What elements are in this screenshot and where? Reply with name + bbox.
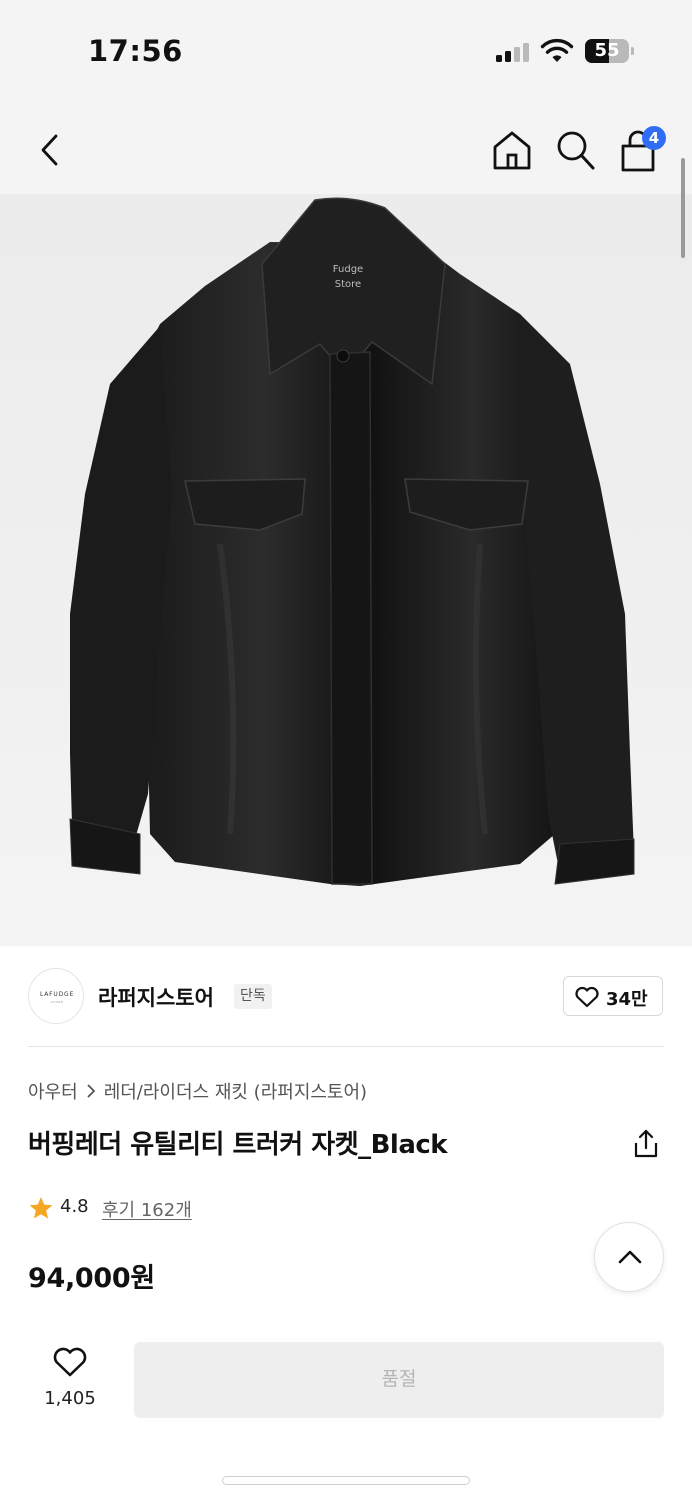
brand-like-count: 34만 xyxy=(606,989,648,1010)
cellular-signal-icon xyxy=(496,42,532,62)
product-title: 버핑레더 유틸리티 트러커 자켓_Black xyxy=(28,1130,448,1160)
heart-icon xyxy=(53,1347,87,1377)
review-count-link[interactable]: 후기 162개 xyxy=(102,1196,192,1222)
wifi-icon xyxy=(540,38,574,62)
brand-like-button[interactable]: 34만 xyxy=(563,976,663,1016)
home-icon[interactable] xyxy=(490,128,534,172)
brand-logo-text: LAFUDGE xyxy=(39,991,75,998)
top-area: 17:56 55 4 xyxy=(0,0,692,194)
share-icon[interactable] xyxy=(630,1128,662,1160)
brand-row: LAFUDGE STORE 라퍼지스토어 단독 34만 xyxy=(28,968,664,1028)
breadcrumb-category[interactable]: 아우터 xyxy=(28,1082,78,1103)
brand-logo[interactable]: LAFUDGE STORE xyxy=(28,968,84,1024)
cart-button[interactable]: 4 xyxy=(618,126,668,174)
search-icon[interactable] xyxy=(555,128,597,172)
status-bar: 17:56 55 xyxy=(0,0,692,100)
garment-label-line1: Fudge xyxy=(333,264,363,275)
cart-count-badge: 4 xyxy=(642,126,666,150)
battery-icon: 55 xyxy=(585,39,635,63)
breadcrumb-subcategory[interactable]: 레더/라이더스 재킷 (라퍼지스토어) xyxy=(104,1082,367,1103)
sold-out-button[interactable]: 품절 xyxy=(134,1342,664,1418)
garment-label-line2: Store xyxy=(335,279,361,290)
breadcrumb: 아우터 레더/라이더스 재킷 (라퍼지스토어) xyxy=(28,1078,367,1104)
app-header: 4 xyxy=(0,100,692,194)
scroll-to-top-button[interactable] xyxy=(594,1222,664,1292)
product-image[interactable]: Fudge Store xyxy=(0,194,692,946)
wishlist-count: 1,405 xyxy=(44,1388,96,1409)
scrollbar-thumb[interactable] xyxy=(681,158,685,258)
chevron-up-icon xyxy=(618,1250,642,1264)
brand-name[interactable]: 라퍼지스토어 xyxy=(98,982,214,1012)
back-icon[interactable] xyxy=(30,130,70,170)
exclusive-badge: 단독 xyxy=(234,984,272,1009)
product-price: 94,000원 xyxy=(28,1263,155,1294)
battery-level: 55 xyxy=(594,40,620,61)
home-indicator[interactable] xyxy=(222,1476,470,1485)
wishlist-button[interactable]: 1,405 xyxy=(30,1344,110,1420)
chevron-right-icon xyxy=(87,1084,95,1098)
brand-logo-subtext: STORE xyxy=(50,1000,64,1004)
status-time: 17:56 xyxy=(88,34,183,68)
star-icon xyxy=(29,1197,53,1219)
rating-value: 4.8 xyxy=(60,1196,89,1217)
leather-jacket-image: Fudge Store xyxy=(69,197,635,886)
divider xyxy=(28,1046,664,1047)
heart-icon xyxy=(575,986,599,1008)
